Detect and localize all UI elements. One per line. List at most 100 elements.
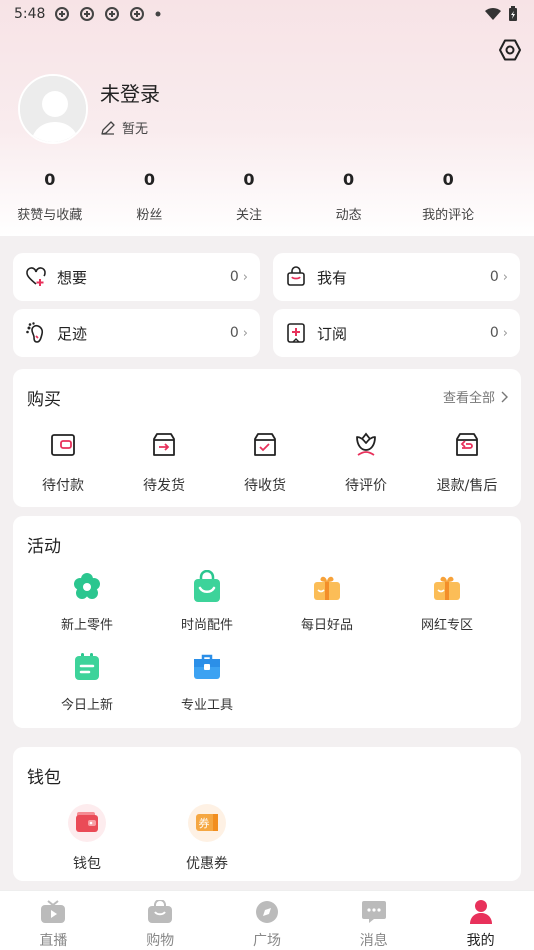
pending-review-button[interactable]: 待评价 (316, 429, 416, 495)
status-bar: 5:48 (0, 0, 534, 28)
order-status-label: 待评价 (345, 478, 387, 494)
refund-box-icon (456, 433, 478, 456)
wifi-icon (485, 7, 501, 20)
today-new-button[interactable]: 今日上新 (27, 650, 147, 713)
battery-icon (509, 6, 517, 21)
refund-aftersale-button[interactable]: 退款/售后 (417, 429, 517, 495)
stat-value: 0 (243, 170, 255, 189)
nav-label: 购物 (146, 933, 175, 949)
footprint-count: 0 (229, 325, 239, 341)
activity-label: 网红专区 (420, 618, 473, 633)
stat-value: 0 (442, 170, 454, 189)
stat-label: 关注 (235, 208, 262, 223)
coupon-icon: 券 (188, 804, 226, 842)
want-count: 0 (229, 269, 239, 285)
daily-goods-button[interactable]: 每日好品 (267, 570, 387, 633)
heart-plus-icon (26, 267, 46, 286)
toolbox-icon (194, 654, 220, 679)
notification-icon (55, 7, 70, 21)
new-parts-button[interactable]: 新上零件 (27, 570, 147, 633)
stat-label: 我的评论 (422, 208, 475, 223)
activity-label: 专业工具 (180, 698, 233, 713)
purchase-title: 购买 (27, 390, 61, 410)
nav-label: 直播 (39, 933, 68, 949)
wallet-title: 钱包 (27, 768, 61, 788)
nav-label: 我的 (466, 933, 495, 949)
activity-label: 时尚配件 (180, 618, 233, 633)
status-time: 5:48 (14, 6, 46, 22)
order-status-label: 退款/售后 (436, 478, 498, 494)
nav-label: 消息 (359, 933, 388, 949)
want-card[interactable]: 想要 0 › (13, 253, 260, 301)
shopping-bag-icon (194, 570, 220, 602)
coupon-button[interactable]: 券 优惠券 (147, 803, 267, 873)
stat-value: 0 (44, 170, 56, 189)
compass-icon (255, 901, 278, 923)
activity-label: 每日好品 (300, 618, 353, 633)
footprint-label: 足迹 (57, 324, 88, 343)
chevron-right-icon: › (502, 269, 508, 285)
chevron-right-icon: › (242, 269, 248, 285)
nav-mine[interactable]: 我的 (427, 891, 534, 950)
stat-likes[interactable]: 0 获赞与收藏 (0, 168, 100, 223)
nav-shopping[interactable]: 购物 (107, 891, 214, 950)
stat-posts[interactable]: 0 动态 (299, 168, 399, 223)
professional-tools-button[interactable]: 专业工具 (147, 650, 267, 713)
pending-shipment-button[interactable]: 待发货 (114, 429, 214, 495)
stat-comments[interactable]: 0 我的评论 (398, 168, 498, 223)
activity-title: 活动 (27, 537, 61, 557)
footprint-icon (26, 322, 44, 343)
influencer-zone-button[interactable]: 网红专区 (387, 570, 507, 633)
view-all-label: 查看全部 (442, 391, 495, 406)
ship-box-icon (153, 433, 175, 456)
calendar-icon (75, 653, 99, 680)
footprint-card[interactable]: 足迹 0 › (13, 309, 260, 357)
subscribe-count: 0 (489, 325, 499, 341)
view-all-orders-link[interactable]: 查看全部 (443, 387, 509, 406)
profile-stats: 0 获赞与收藏 0 粉丝 0 关注 0 动态 0 我的评论 (0, 168, 534, 223)
pending-payment-button[interactable]: 待付款 (13, 429, 113, 495)
have-card[interactable]: 我有 0 › (273, 253, 520, 301)
avatar[interactable] (18, 74, 88, 144)
stat-label: 动态 (335, 208, 362, 223)
want-label: 想要 (57, 268, 88, 287)
coupon-badge-text: 券 (199, 816, 210, 830)
settings-icon[interactable] (498, 38, 522, 62)
nav-live[interactable]: 直播 (0, 891, 107, 950)
wallet-label: 钱包 (73, 856, 101, 872)
tv-icon (41, 900, 66, 923)
receive-box-icon (254, 433, 276, 456)
gift-box-icon (434, 576, 460, 600)
wallet-panel: 钱包 钱包 券 优惠券 (13, 747, 521, 881)
activity-label: 今日上新 (60, 698, 113, 713)
message-icon (361, 901, 386, 923)
stat-fans[interactable]: 0 粉丝 (100, 168, 200, 223)
username[interactable]: 未登录 (100, 78, 160, 107)
wallet-button[interactable]: 钱包 (27, 803, 147, 873)
flower-gear-icon (74, 573, 100, 599)
nav-label: 广场 (252, 933, 281, 949)
chevron-right-icon: › (502, 325, 508, 341)
shopping-bag-icon (287, 266, 305, 286)
activity-panel: 活动 新上零件 时尚配件 每日好品 网红专区 今日上新 专业工具 (13, 516, 521, 728)
gift-box-icon (314, 576, 340, 600)
coupon-label: 优惠券 (186, 856, 228, 872)
pending-receipt-button[interactable]: 待收货 (215, 429, 315, 495)
have-count: 0 (489, 269, 499, 285)
shopping-bag-icon (148, 900, 173, 923)
bottom-navigation: 直播 购物 广场 消息 我的 (0, 890, 534, 950)
stat-following[interactable]: 0 关注 (199, 168, 299, 223)
notification-icon (105, 7, 120, 21)
order-status-label: 待发货 (143, 478, 185, 494)
more-dot-icon (155, 11, 161, 17)
nav-messages[interactable]: 消息 (320, 891, 427, 950)
fashion-accessories-button[interactable]: 时尚配件 (147, 570, 267, 633)
bio[interactable]: 暂无 (100, 118, 148, 137)
stat-value: 0 (343, 170, 355, 189)
order-status-label: 待收货 (244, 478, 286, 494)
notification-icon (80, 7, 95, 21)
edit-pencil-icon (101, 120, 115, 135)
subscribe-card[interactable]: 订阅 0 › (273, 309, 520, 357)
have-label: 我有 (317, 268, 348, 287)
nav-square[interactable]: 广场 (214, 891, 321, 950)
